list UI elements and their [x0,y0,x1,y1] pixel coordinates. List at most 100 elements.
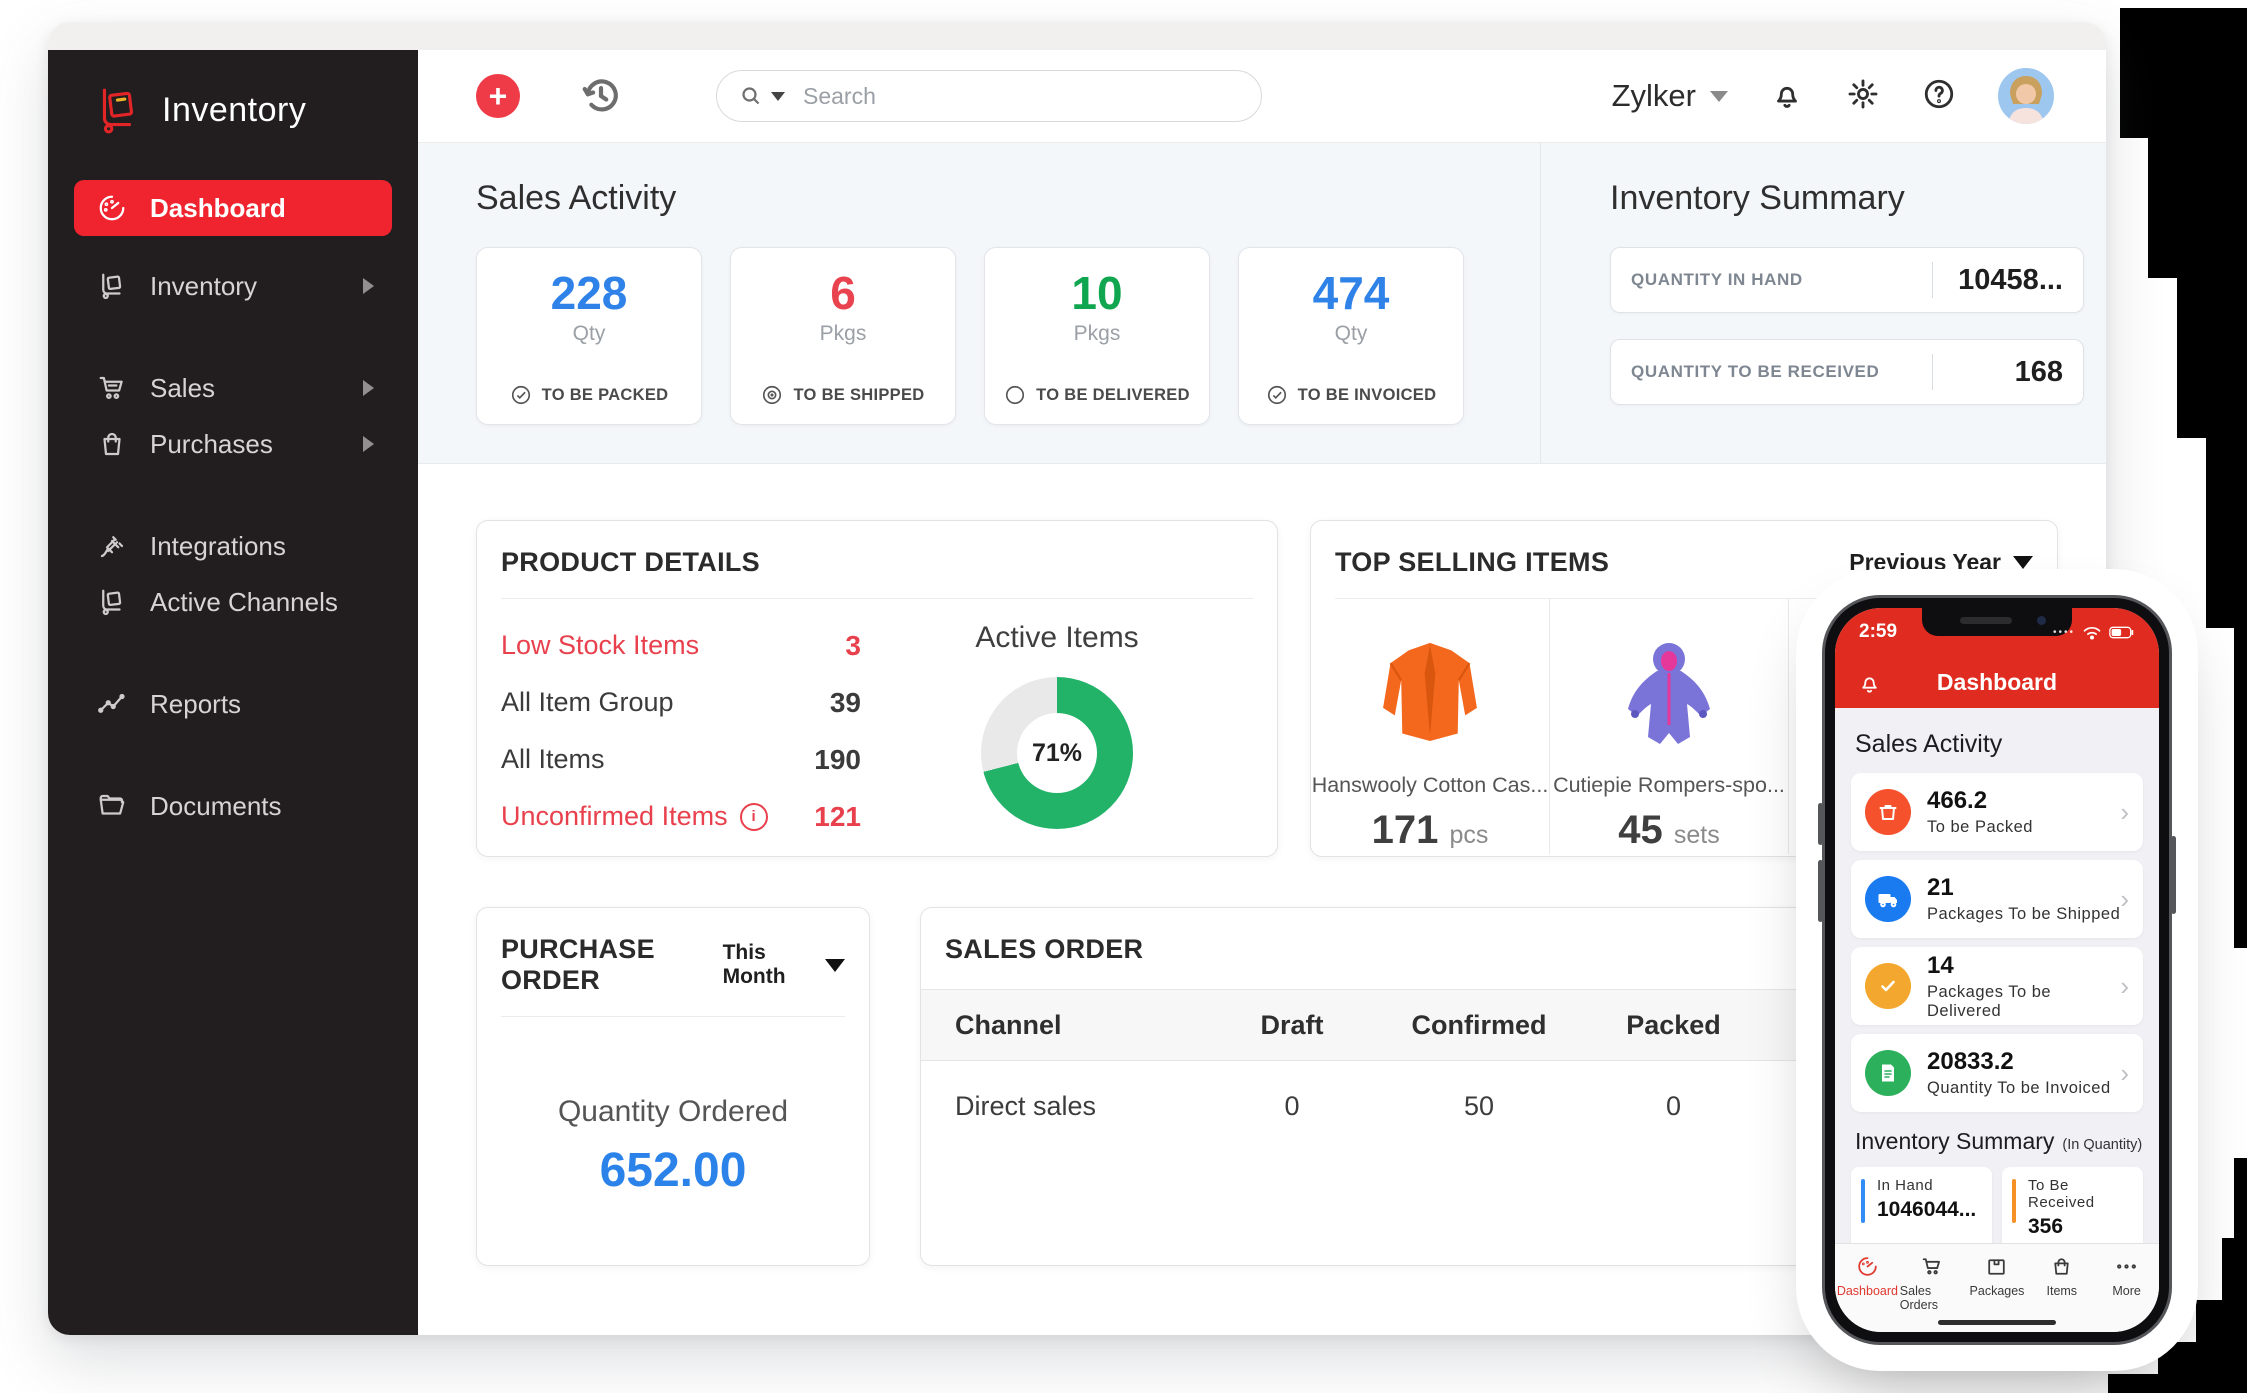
org-switcher[interactable]: Zylker [1612,78,1728,114]
summary-label: QUANTITY IN HAND [1631,270,1803,290]
sales-activity-card-to-be-delivered[interactable]: 10 Pkgs TO BE DELIVERED [984,247,1210,425]
user-avatar[interactable] [1998,68,2054,124]
phone-card-to-be-delivered[interactable]: 14 Packages To be Delivered › [1851,947,2143,1025]
chevron-right-icon [363,380,374,396]
tab-label: More [2112,1284,2140,1298]
top-selling-item[interactable]: Cutiepie Rompers-spo... 45 sets [1550,599,1789,854]
sidebar-item-documents[interactable]: Documents [74,778,392,834]
metric-unit: Qty [573,322,606,346]
phone-card-to-be-packed[interactable]: 466.2 To be Packed › [1851,773,2143,851]
column-header[interactable]: Packed [1580,990,1767,1061]
phone-sales-activity-title: Sales Activity [1855,730,2143,759]
row-value: 3 [845,630,861,662]
tab-label: Dashboard [1837,1284,1898,1298]
top-selling-filter-dropdown[interactable]: Previous Year [1849,549,2033,576]
chevron-down-icon [1710,91,1728,102]
home-indicator[interactable] [1938,1320,2056,1325]
top-selling-item[interactable]: Hanswooly Cotton Cas... 171 pcs [1311,599,1550,854]
tab-packages[interactable]: Packages [1965,1254,2030,1298]
tab-label: Items [2047,1284,2078,1298]
app-logo[interactable]: Inventory [48,76,418,136]
settings-button[interactable] [1846,77,1880,116]
check-circle-icon [1266,384,1288,406]
donut-percent-label: 71% [1032,739,1082,768]
sidebar-item-inventory[interactable]: Inventory [74,258,392,314]
search-bar[interactable] [716,70,1262,122]
column-header[interactable]: Draft [1206,990,1378,1061]
draft-cell: 0 [1206,1061,1378,1152]
cellular-signal-icon: •••• [2053,627,2075,638]
phone-in-hand-card[interactable]: In Hand 1046044... [1851,1167,1992,1243]
sidebar-item-dashboard[interactable]: Dashboard [74,180,392,236]
phone-status-bar: 2:59 •••• [1835,608,2159,656]
column-header[interactable]: Confirmed [1378,990,1580,1061]
accent-bar [1861,1179,1865,1223]
sales-activity-card-to-be-invoiced[interactable]: 474 Qty TO BE INVOICED [1238,247,1464,425]
notifications-button[interactable] [1770,77,1804,116]
tab-sales-orders[interactable]: Sales Orders [1900,1254,1965,1312]
sales-activity-card-to-be-shipped[interactable]: 6 Pkgs TO BE SHIPPED [730,247,956,425]
sidebar-item-label: Dashboard [150,193,286,224]
all-items-row[interactable]: All Items 190 [501,731,861,788]
tab-dashboard[interactable]: Dashboard [1835,1254,1900,1298]
metric-label: To be Packed [1927,818,2033,837]
metric-label: Quantity To be Invoiced [1927,1079,2111,1098]
row-label: Low Stock Items [501,630,699,661]
phone-to-be-received-card[interactable]: To Be Received 356 [2002,1167,2143,1243]
mini-value: 356 [2028,1215,2131,1239]
inventory-summary-title: Inventory Summary [1610,179,1905,218]
metric-value: 20833.2 [1927,1048,2111,1076]
purchase-order-card: PURCHASE ORDER This Month Quantity Order… [476,907,870,1266]
chevron-right-icon [363,436,374,452]
active-items-donut: 71% [981,677,1133,829]
row-value: 190 [814,744,861,776]
phone-card-to-be-shipped[interactable]: 21 Packages To be Shipped › [1851,860,2143,938]
more-dots-icon [2114,1254,2139,1279]
quantity-to-be-received-box[interactable]: QUANTITY TO BE RECEIVED 168 [1610,339,2084,405]
help-button[interactable] [1922,77,1956,116]
metric-label: TO BE PACKED [542,386,669,405]
filter-label: Previous Year [1849,549,2001,576]
unconfirmed-items-row[interactable]: Unconfirmed Items i 121 [501,788,861,845]
summary-label: QUANTITY TO BE RECEIVED [1631,362,1879,382]
metric-unit: Pkgs [820,322,867,346]
sidebar-item-active-channels[interactable]: Active Channels [74,574,392,630]
quick-create-button[interactable]: + [476,74,520,118]
metric-unit: Qty [1335,322,1368,346]
sidebar-item-label: Reports [150,689,241,720]
confirmed-cell: 50 [1378,1061,1580,1152]
quantity-in-hand-box[interactable]: QUANTITY IN HAND 10458... [1610,247,2084,313]
sales-activity-card-to-be-packed[interactable]: 228 Qty TO BE PACKED [476,247,702,425]
info-icon[interactable]: i [740,803,768,831]
tab-items[interactable]: Items [2029,1254,2094,1298]
sidebar-item-label: Sales [150,373,215,404]
mini-value: 1046044... [1877,1198,1980,1222]
metric-label: TO BE SHIPPED [793,386,924,405]
chevron-right-icon: › [2120,797,2129,828]
all-item-group-row[interactable]: All Item Group 39 [501,674,861,731]
app-window: Inventory Dashboard Inventory [48,22,2106,1335]
phone-volume-button [1818,803,1823,845]
quantity-ordered-value: 652.00 [600,1143,747,1198]
phone-card-to-be-invoiced[interactable]: 20833.2 Quantity To be Invoiced › [1851,1034,2143,1112]
product-name: Hanswooly Cotton Cas... [1312,773,1549,798]
decor-step [2234,8,2247,948]
sidebar-item-integrations[interactable]: Integrations [74,518,392,574]
tab-more[interactable]: More [2094,1254,2159,1298]
column-header[interactable]: Channel [921,990,1206,1061]
battery-icon [2109,626,2135,639]
plug-icon [96,530,128,562]
cart-icon [1920,1254,1945,1279]
search-scope-caret-icon[interactable] [771,92,785,101]
phone-volume-button [1818,860,1823,922]
sidebar-item-purchases[interactable]: Purchases [74,416,392,472]
sidebar-item-sales[interactable]: Sales [74,360,392,416]
purchase-order-filter-dropdown[interactable]: This Month [723,941,845,989]
sidebar-item-reports[interactable]: Reports [74,676,392,732]
bell-icon[interactable] [1857,670,1882,695]
card-title: TOP SELLING ITEMS [1335,547,1609,578]
metric-unit: Pkgs [1074,322,1121,346]
recent-history-button[interactable] [578,73,624,119]
search-input[interactable] [801,82,1239,111]
low-stock-items-row[interactable]: Low Stock Items 3 [501,617,861,674]
